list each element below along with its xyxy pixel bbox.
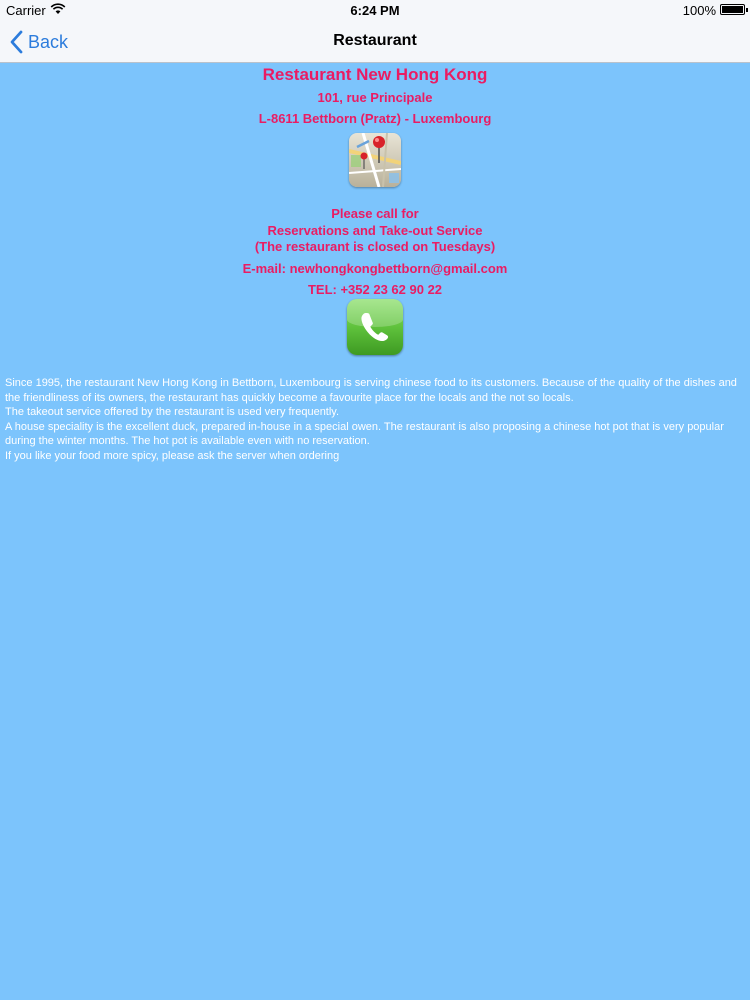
- description-paragraph: If you like your food more spicy, please…: [5, 449, 340, 462]
- description-paragraph: A house speciality is the excellent duck…: [5, 420, 724, 448]
- email-link[interactable]: E-mail: newhongkongbettborn@gmail.com: [0, 261, 750, 276]
- status-time: 6:24 PM: [350, 3, 400, 18]
- address-line-2: L-8611 Bettborn (Pratz) - Luxembourg: [258, 111, 492, 126]
- call-instruction-line-1: Please call for: [331, 206, 419, 221]
- restaurant-description: Since 1995, the restaurant New Hong Kong…: [5, 376, 745, 464]
- closing-day-note: (The restaurant is closed on Tuesdays): [254, 239, 496, 254]
- status-bar: Carrier 6:24 PM 100%: [0, 0, 750, 20]
- address-line-1: 101, rue Principale: [317, 90, 433, 105]
- restaurant-name: Restaurant New Hong Kong: [262, 65, 488, 84]
- telephone-number: TEL: +352 23 62 90 22: [307, 282, 443, 297]
- page-title: Restaurant: [333, 32, 417, 49]
- battery-icon: [720, 4, 748, 15]
- navigation-bar: Back Restaurant: [0, 20, 750, 63]
- battery-percent: 100%: [682, 3, 716, 18]
- maps-icon[interactable]: [349, 133, 401, 187]
- phone-icon[interactable]: [347, 299, 403, 355]
- description-paragraph: The takeout service offered by the resta…: [5, 406, 340, 419]
- description-paragraph: Since 1995, the restaurant New Hong Kong…: [5, 377, 737, 404]
- call-instruction-line-2: Reservations and Take-out Service: [267, 223, 483, 238]
